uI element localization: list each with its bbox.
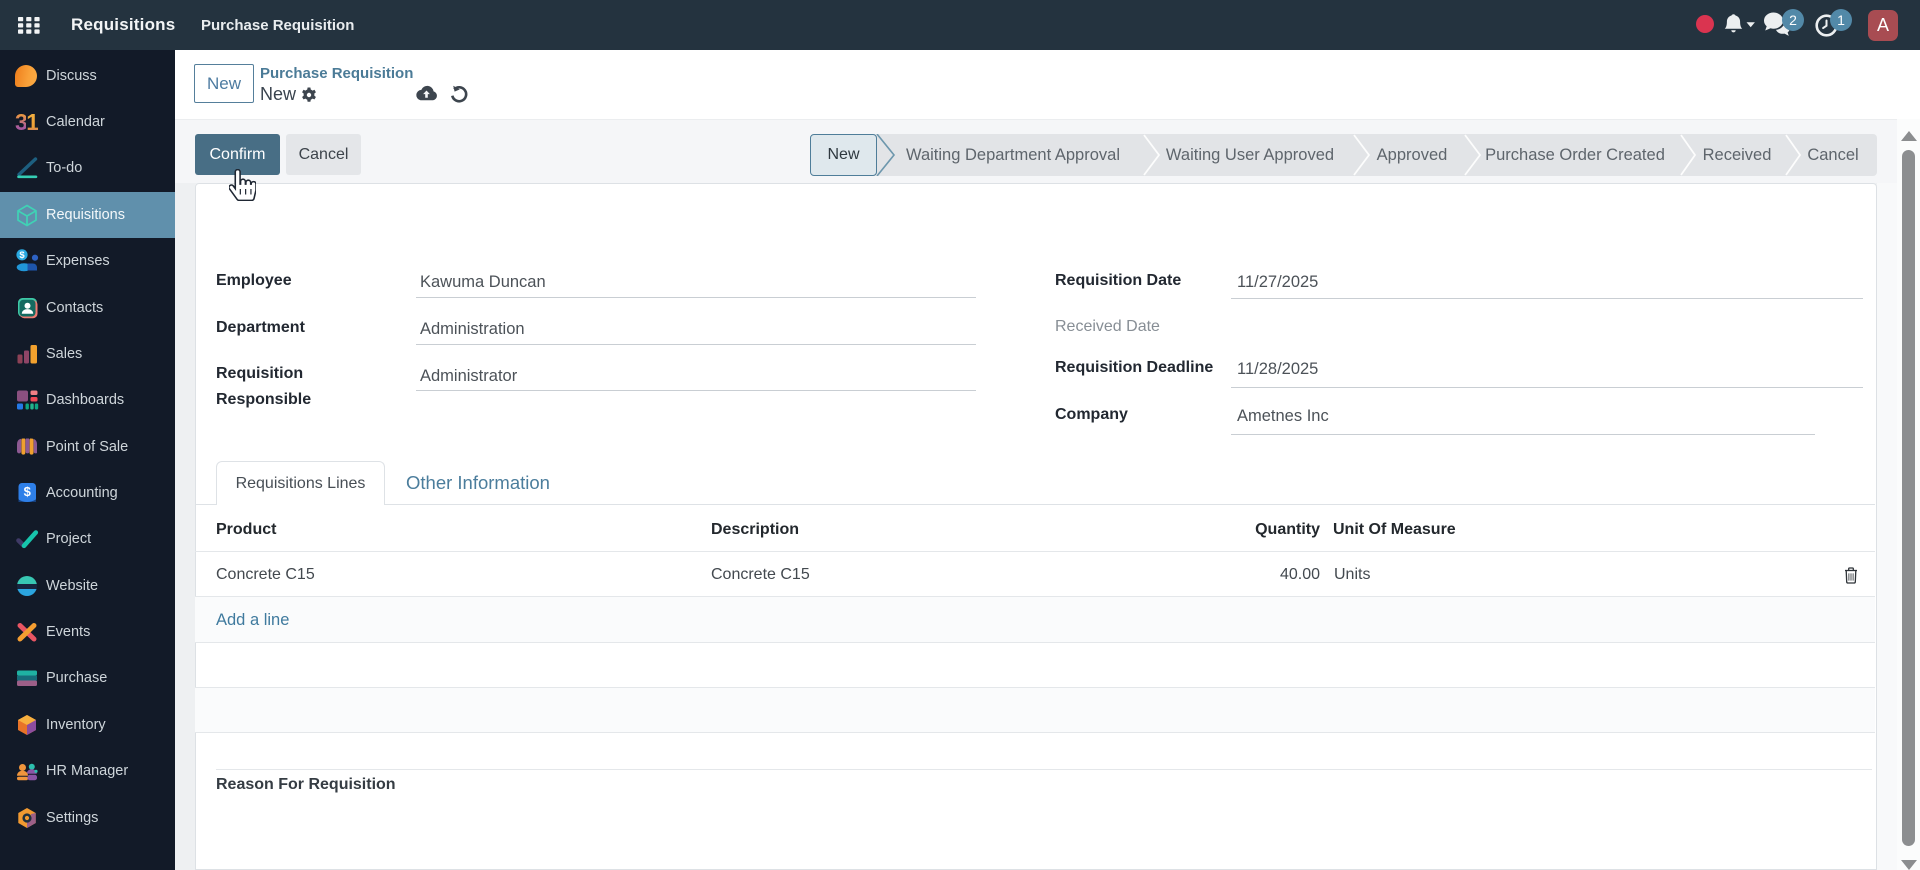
svg-text:$: $ xyxy=(24,484,32,499)
svg-text:$: $ xyxy=(19,250,25,261)
